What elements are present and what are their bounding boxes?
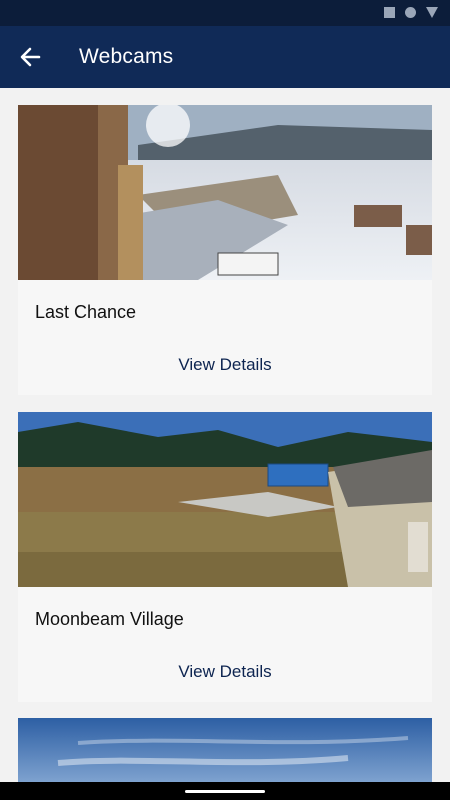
navigation-bar bbox=[0, 782, 450, 800]
webcam-name: Last Chance bbox=[35, 302, 137, 322]
circle-icon bbox=[405, 7, 416, 18]
webcam-image bbox=[18, 412, 432, 587]
webcam-image bbox=[18, 105, 432, 280]
webcam-name: Moonbeam Village bbox=[35, 609, 184, 629]
status-bar bbox=[0, 0, 450, 26]
view-details-button[interactable]: View Details bbox=[18, 348, 432, 382]
view-details-button[interactable]: View Details bbox=[18, 655, 432, 689]
webcam-card[interactable]: Last Chance View Details bbox=[18, 105, 432, 395]
page-title: Webcams bbox=[79, 45, 174, 68]
webcam-list[interactable]: Last Chance View Details Moonbeam Villag… bbox=[0, 88, 450, 782]
app-bar: Webcams bbox=[0, 26, 450, 88]
home-handle[interactable] bbox=[185, 790, 265, 793]
triangle-icon bbox=[426, 7, 438, 18]
square-icon bbox=[384, 7, 395, 18]
webcam-card[interactable] bbox=[18, 718, 432, 782]
arrow-left-icon bbox=[20, 47, 41, 67]
webcam-card[interactable]: Moonbeam Village View Details bbox=[18, 412, 432, 702]
webcam-image bbox=[18, 718, 432, 782]
back-button[interactable] bbox=[12, 38, 50, 76]
